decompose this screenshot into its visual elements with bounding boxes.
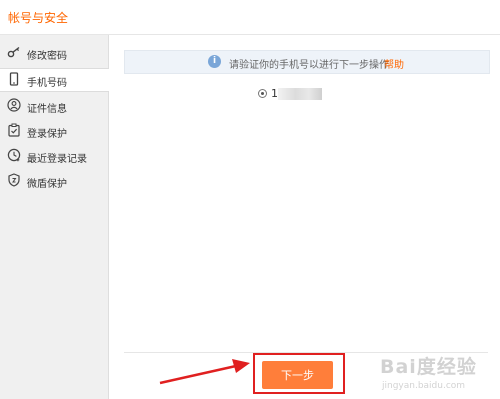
phone-number-prefix: 1 <box>271 87 278 100</box>
clipboard-check-icon <box>8 123 20 137</box>
sidebar-item-label: 微盾保护 <box>27 179 67 190</box>
sidebar-item-recent-logins[interactable]: 最近登录记录 <box>0 145 108 167</box>
sidebar: 修改密码 手机号码 证件信息 登录保护 最近登录记录 微盾保护 <box>0 35 109 399</box>
baidu-jingyan-watermark: Bai度经验 jingyan.baidu.com <box>378 352 493 396</box>
clock-history-icon <box>7 148 21 162</box>
info-icon: i <box>208 55 221 68</box>
sidebar-item-id-info[interactable]: 证件信息 <box>0 95 108 117</box>
key-icon <box>7 46 20 58</box>
watermark-url: jingyan.baidu.com <box>382 381 466 391</box>
sidebar-item-label: 登录保护 <box>27 129 67 140</box>
verification-notice: i 请验证你的手机号以进行下一步操作 帮助 <box>124 50 490 74</box>
masked-phone-number <box>278 88 322 100</box>
sidebar-item-label: 修改密码 <box>27 51 67 62</box>
phone-icon <box>9 72 19 86</box>
help-link[interactable]: 帮助 <box>384 56 404 71</box>
red-arrow-annotation <box>159 359 250 385</box>
shield-icon <box>8 173 20 187</box>
next-step-button[interactable]: 下一步 <box>262 361 333 389</box>
watermark-logo: Bai度经验 <box>380 356 477 378</box>
window-title: 帐号与安全 <box>8 11 69 25</box>
phone-number-option[interactable]: 1 <box>258 86 328 104</box>
title-bar: 帐号与安全 <box>0 0 500 35</box>
phone-radio[interactable] <box>258 89 267 98</box>
sidebar-item-login-protection[interactable]: 登录保护 <box>0 120 108 142</box>
sidebar-item-label: 最近登录记录 <box>27 154 87 165</box>
notice-message: 请验证你的手机号以进行下一步操作 <box>229 60 389 71</box>
sidebar-item-phone-number[interactable]: 手机号码 <box>0 68 109 92</box>
id-person-icon <box>7 98 21 112</box>
sidebar-item-change-password[interactable]: 修改密码 <box>0 42 108 64</box>
sidebar-item-label: 证件信息 <box>27 104 67 115</box>
sidebar-item-shield-protection[interactable]: 微盾保护 <box>0 170 108 192</box>
sidebar-item-label: 手机号码 <box>27 78 67 89</box>
